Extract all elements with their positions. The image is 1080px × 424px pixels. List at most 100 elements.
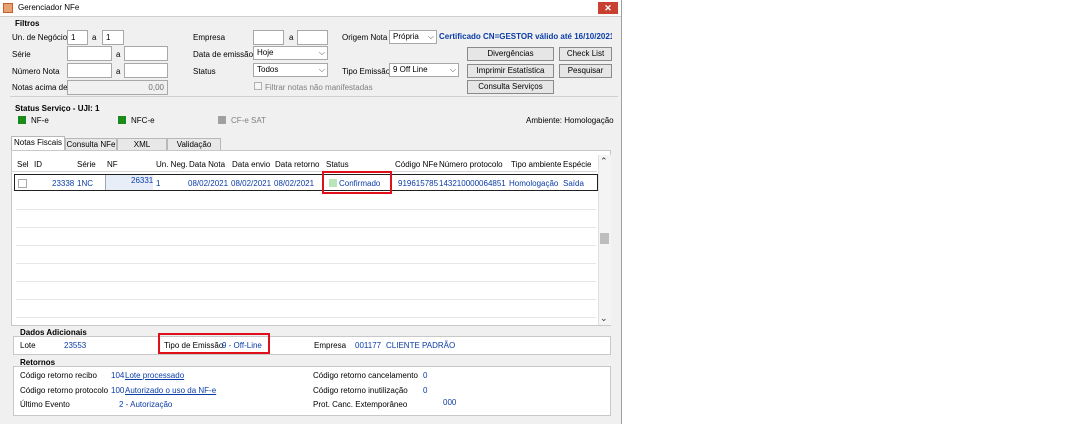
status-value: Todos xyxy=(257,65,279,74)
retorno-recibo-label: Código retorno recibo xyxy=(20,371,97,380)
numero-nota-label: Número Nota xyxy=(12,67,60,76)
chevron-down-icon: ⌵ xyxy=(318,65,325,74)
serie-label: Série xyxy=(12,50,31,59)
col-header-serie[interactable]: Série xyxy=(77,160,96,169)
filters-heading: Filtros xyxy=(15,19,40,28)
grid-line xyxy=(16,263,596,264)
notas-acima-input[interactable]: 0,00 xyxy=(67,80,168,95)
retorno-recibo-link[interactable]: Lote processado xyxy=(125,371,184,380)
retorno-protocolo-code: 100 xyxy=(111,386,125,395)
retorno-protocolo-link[interactable]: Autorizado o uso da NF-e xyxy=(125,386,216,395)
cfe-status-label: CF-e SAT xyxy=(231,116,266,125)
grid-line xyxy=(16,299,596,300)
empresa-from-input[interactable] xyxy=(253,30,284,45)
retorno-cancelamento-label: Código retorno cancelamento xyxy=(313,371,418,380)
numero-nota-from-input[interactable] xyxy=(67,63,112,78)
close-button[interactable]: ✕ xyxy=(598,2,618,14)
tipo-emissao-value: 9 Off Line xyxy=(393,65,428,74)
empresa-name: CLIENTE PADRÃO xyxy=(386,341,456,350)
certificado-text: Certificado CN=GESTOR válido até 16/10/2… xyxy=(439,32,612,41)
tab-notas-fiscais[interactable]: Notas Fiscais xyxy=(11,136,65,150)
origem-nota-label: Origem Nota xyxy=(342,33,388,42)
un-negocio-from-input[interactable]: 1 xyxy=(67,30,88,45)
cell-un-neg: 1 xyxy=(156,179,161,188)
divergencias-button[interactable]: Divergências xyxy=(467,47,554,61)
cell-protocolo: 143210000064851 xyxy=(439,179,506,188)
col-header-status[interactable]: Status xyxy=(326,160,349,169)
imprimir-estatistica-button[interactable]: Imprimir Estatística xyxy=(467,64,554,78)
retorno-recibo-code: 104 xyxy=(111,371,125,380)
filtrar-checkbox-label: Filtrar notas não manifestadas xyxy=(265,83,373,92)
grid-line xyxy=(16,227,596,228)
row-select-checkbox[interactable] xyxy=(18,179,27,188)
serie-sep: a xyxy=(116,50,121,59)
lote-label: Lote xyxy=(20,341,36,350)
tab-consulta-nfe[interactable]: Consulta NFe xyxy=(65,138,117,150)
title-bar xyxy=(0,0,621,17)
scroll-up-icon[interactable]: ⌃ xyxy=(600,156,608,167)
grid-line xyxy=(16,281,596,282)
divider xyxy=(10,96,618,97)
cell-data-retorno: 08/02/2021 xyxy=(274,179,315,188)
tab-xml[interactable]: XML xyxy=(117,138,167,150)
tab-validacao-xml[interactable]: Validação XML xyxy=(167,138,221,160)
pesquisar-button[interactable]: Pesquisar xyxy=(559,64,612,78)
data-emissao-select[interactable]: Hoje ⌵ xyxy=(253,46,328,60)
un-negocio-sep: a xyxy=(92,33,97,42)
col-header-codigo-nfe[interactable]: Código NFe xyxy=(395,160,438,169)
tipo-emissao-label: Tipo Emissão xyxy=(342,67,391,76)
col-header-un-neg[interactable]: Un. Neg. xyxy=(156,160,188,169)
ultimo-evento-label: Último Evento xyxy=(20,400,70,409)
notas-acima-label: Notas acima de xyxy=(12,83,68,92)
col-header-especie[interactable]: Espécie xyxy=(563,160,591,169)
numero-nota-to-input[interactable] xyxy=(124,63,168,78)
chevron-down-icon: ⌵ xyxy=(427,32,434,41)
ultimo-evento-value: 2 - Autorização xyxy=(119,400,173,409)
empresa-to-input[interactable] xyxy=(297,30,328,45)
numero-nota-sep: a xyxy=(116,67,121,76)
col-header-tipo-ambiente[interactable]: Tipo ambiente xyxy=(511,160,561,169)
nfe-status-label: NF-e xyxy=(31,116,49,125)
scroll-down-icon[interactable]: ⌄ xyxy=(600,313,608,324)
status-select[interactable]: Todos ⌵ xyxy=(253,63,328,77)
retorno-inutilizacao-value: 0 xyxy=(423,386,428,395)
retorno-inutilizacao-label: Código retorno inutilização xyxy=(313,386,408,395)
retorno-protocolo-label: Código retorno protocolo xyxy=(20,386,109,395)
cell-codigo-nfe: 919615785 xyxy=(398,179,439,188)
grid-line xyxy=(16,317,596,318)
tipo-emissao-select[interactable]: 9 Off Line ⌵ xyxy=(389,63,459,77)
col-header-data-envio[interactable]: Data envio xyxy=(232,160,270,169)
grid-line xyxy=(16,209,596,210)
status-label: Status xyxy=(193,67,216,76)
empresa-sep: a xyxy=(289,33,294,42)
empresa-label: Empresa xyxy=(193,33,226,42)
chevron-down-icon: ⌵ xyxy=(449,65,456,74)
col-header-data-nota[interactable]: Data Nota xyxy=(189,160,225,169)
prot-canc-extemporaneo-value: 000 xyxy=(443,398,457,407)
prot-canc-extemporaneo-label: Prot. Canc. Extemporâneo xyxy=(313,400,408,409)
nfce-status-indicator xyxy=(118,116,126,124)
lote-value: 23553 xyxy=(64,341,87,350)
dados-adicionais-panel xyxy=(13,336,611,355)
filtrar-checkbox[interactable] xyxy=(254,82,262,90)
col-header-sel[interactable]: Sel xyxy=(17,160,29,169)
origem-nota-select[interactable]: Própria ⌵ xyxy=(389,30,437,44)
data-emissao-label: Data de emissão xyxy=(193,50,254,59)
col-header-data-retorno[interactable]: Data retorno xyxy=(275,160,319,169)
check-list-button[interactable]: Check List xyxy=(559,47,612,61)
cell-id: 23338 xyxy=(52,179,75,188)
ambiente-text: Ambiente: Homologação xyxy=(526,116,614,125)
col-header-nf[interactable]: NF xyxy=(107,160,118,169)
consulta-servicos-button[interactable]: Consulta Serviços xyxy=(467,80,554,94)
window-title: Gerenciador NFe xyxy=(18,3,80,12)
un-negocio-to-input[interactable]: 1 xyxy=(102,30,124,45)
un-negocio-label: Un. de Negócio xyxy=(12,33,68,42)
serie-from-input[interactable] xyxy=(67,46,112,61)
nfce-status-label: NFC-e xyxy=(131,116,155,125)
col-header-numero-protocolo[interactable]: Número protocolo xyxy=(439,160,503,169)
col-header-id[interactable]: ID xyxy=(34,160,42,169)
serie-to-input[interactable] xyxy=(124,46,168,61)
scrollbar-thumb[interactable] xyxy=(600,233,609,244)
cell-data-envio: 08/02/2021 xyxy=(231,179,272,188)
empresa-code: 001177 xyxy=(355,341,382,350)
